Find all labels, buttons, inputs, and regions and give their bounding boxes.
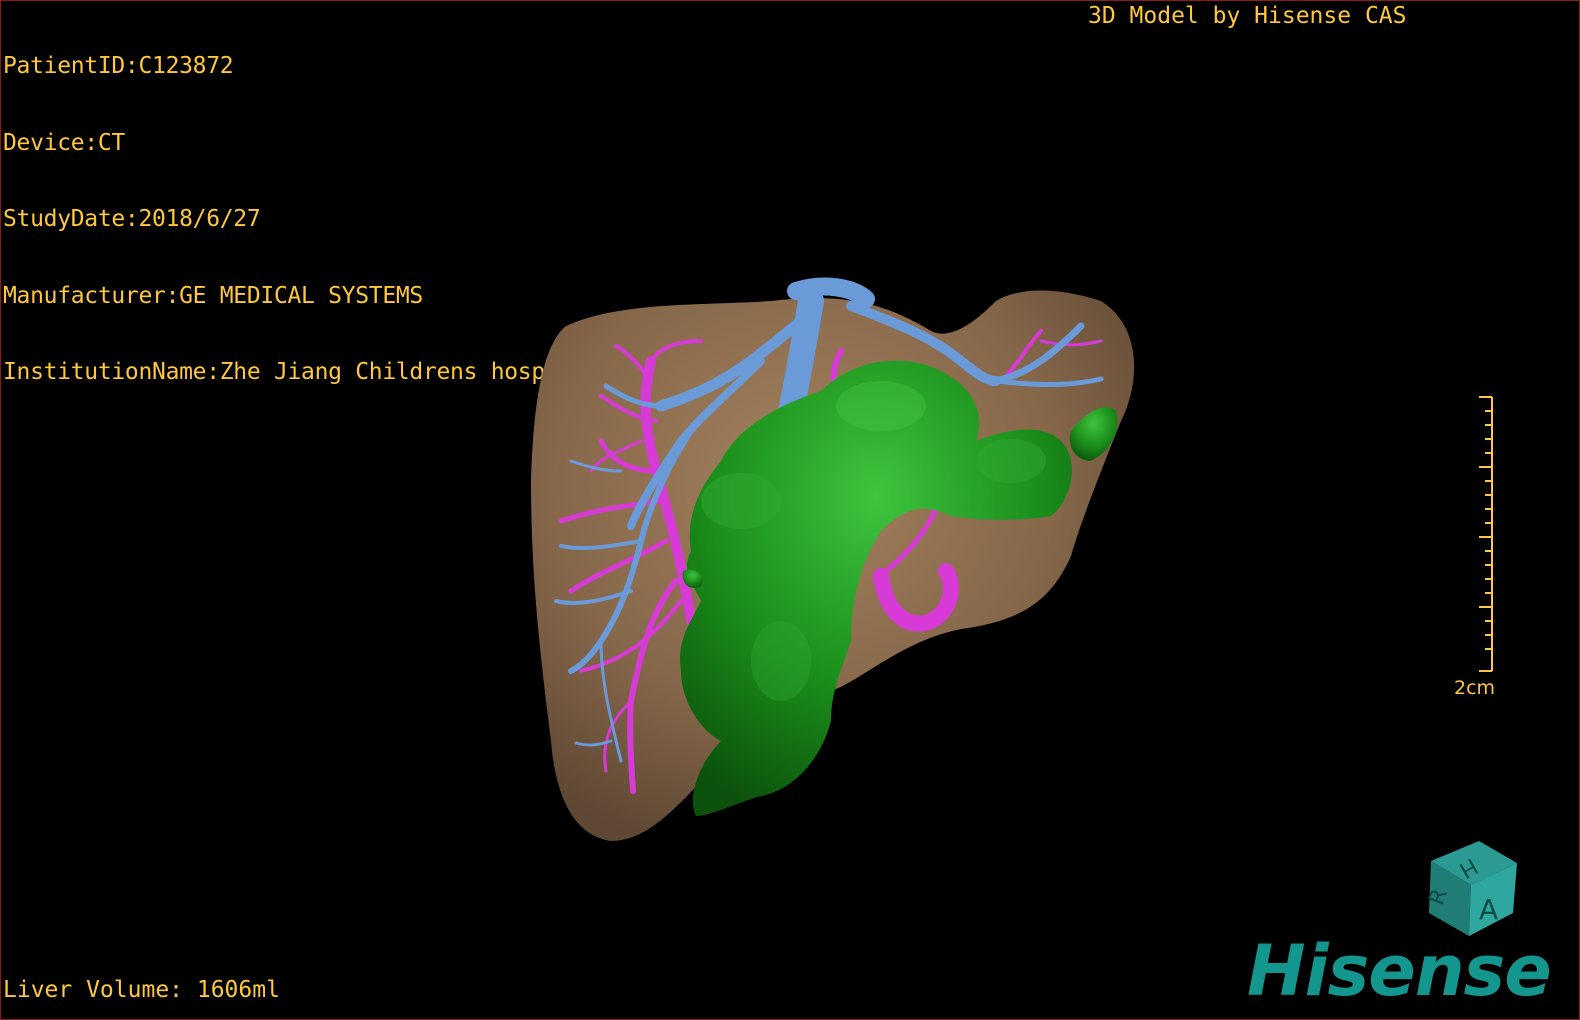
liver-volume-label: Liver Volume: 1606ml (3, 977, 280, 1003)
hisense-logo: Hisense (1247, 930, 1552, 1012)
cube-face-front: A (1479, 893, 1498, 926)
3d-viewport[interactable]: PatientID:C123872 Device:CT StudyDate:20… (0, 0, 1580, 1020)
orientation-cube[interactable]: H R A (1, 1, 1580, 1020)
